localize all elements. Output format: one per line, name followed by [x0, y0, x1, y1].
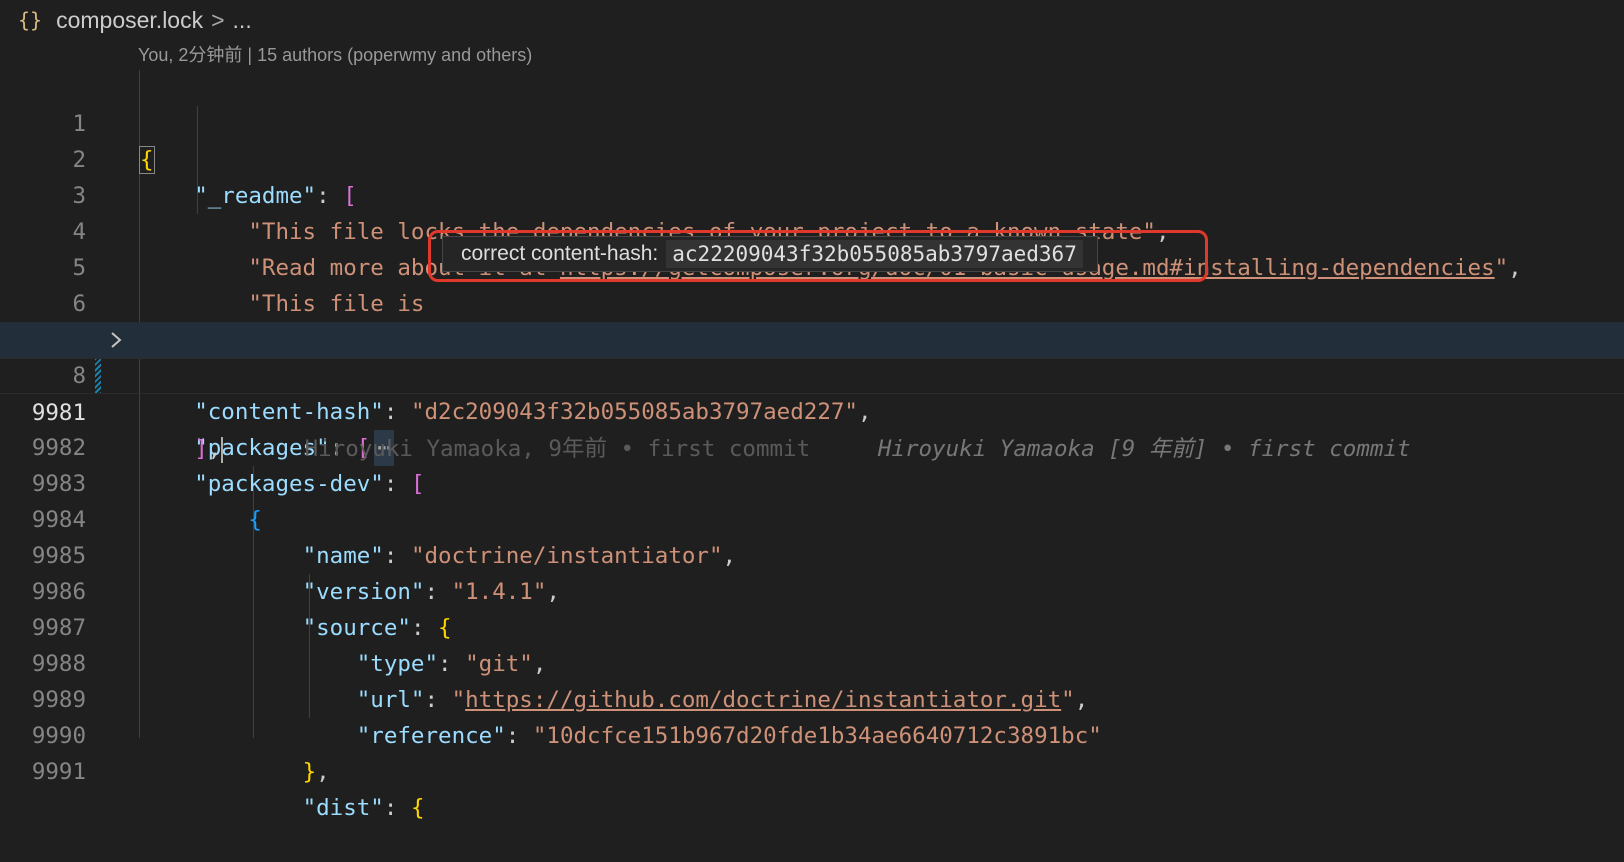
breadcrumb-file[interactable]: composer.lock — [56, 7, 203, 34]
code-line[interactable]: 9988 "url": "https://github.com/doctrine… — [0, 610, 1624, 713]
code-line[interactable]: 8 "packages": [⋯ — [0, 322, 1624, 466]
code-line[interactable]: 7 "content-hash": "d2c209043f32b055085ab… — [0, 286, 1624, 425]
code-line[interactable]: 9991 "dist": { — [0, 718, 1624, 821]
highlight-annotation-box — [428, 230, 1208, 282]
code-line[interactable]: 9985 "version": "1.4.1", — [0, 502, 1624, 605]
bracket: } — [302, 759, 317, 785]
breadcrumb: {} composer.lock > ... — [18, 4, 252, 36]
code-line[interactable]: 9982 "packages-dev": [ — [0, 394, 1624, 497]
code-line[interactable]: 2 "_readme": [ — [0, 106, 1624, 209]
code-line[interactable]: 9989 "reference": "10dcfce151b967d20fde1… — [0, 646, 1624, 749]
colon: : — [383, 795, 411, 821]
chevron-right-icon[interactable] — [106, 322, 126, 358]
breadcrumb-more[interactable]: ... — [233, 7, 252, 34]
code-line[interactable]: 9987 "type": "git", — [0, 574, 1624, 677]
code-line[interactable]: 9981 ], Hiroyuki Yamaoka, 9年前 • first co… — [0, 358, 1624, 463]
code-line[interactable]: 9990 }, — [0, 682, 1624, 785]
code-line[interactable]: 9983 { — [0, 430, 1624, 533]
code-line[interactable]: 9986 "source": { — [0, 538, 1624, 641]
line-number: 9991 — [31, 759, 86, 785]
code-line[interactable]: 3 "This file locks the dependencies of y… — [0, 142, 1624, 245]
bracket: { — [410, 795, 425, 821]
code-line[interactable]: 4 "Read more about it at https://getcomp… — [0, 178, 1624, 281]
code-editor[interactable]: 1 { 2 "_readme": [ 3 "This file locks th… — [0, 70, 1624, 821]
comma: , — [316, 759, 330, 785]
git-blame-codelens[interactable]: You, 2分钟前 | 15 authors (poperwmy and oth… — [138, 41, 532, 67]
code-line[interactable]: 9984 "name": "doctrine/instantiator", — [0, 466, 1624, 569]
json-braces-icon: {} — [18, 8, 43, 32]
json-key: "dist" — [302, 795, 384, 821]
chevron-right-icon: > — [211, 6, 225, 33]
code-line[interactable]: 1 { — [0, 70, 1624, 174]
